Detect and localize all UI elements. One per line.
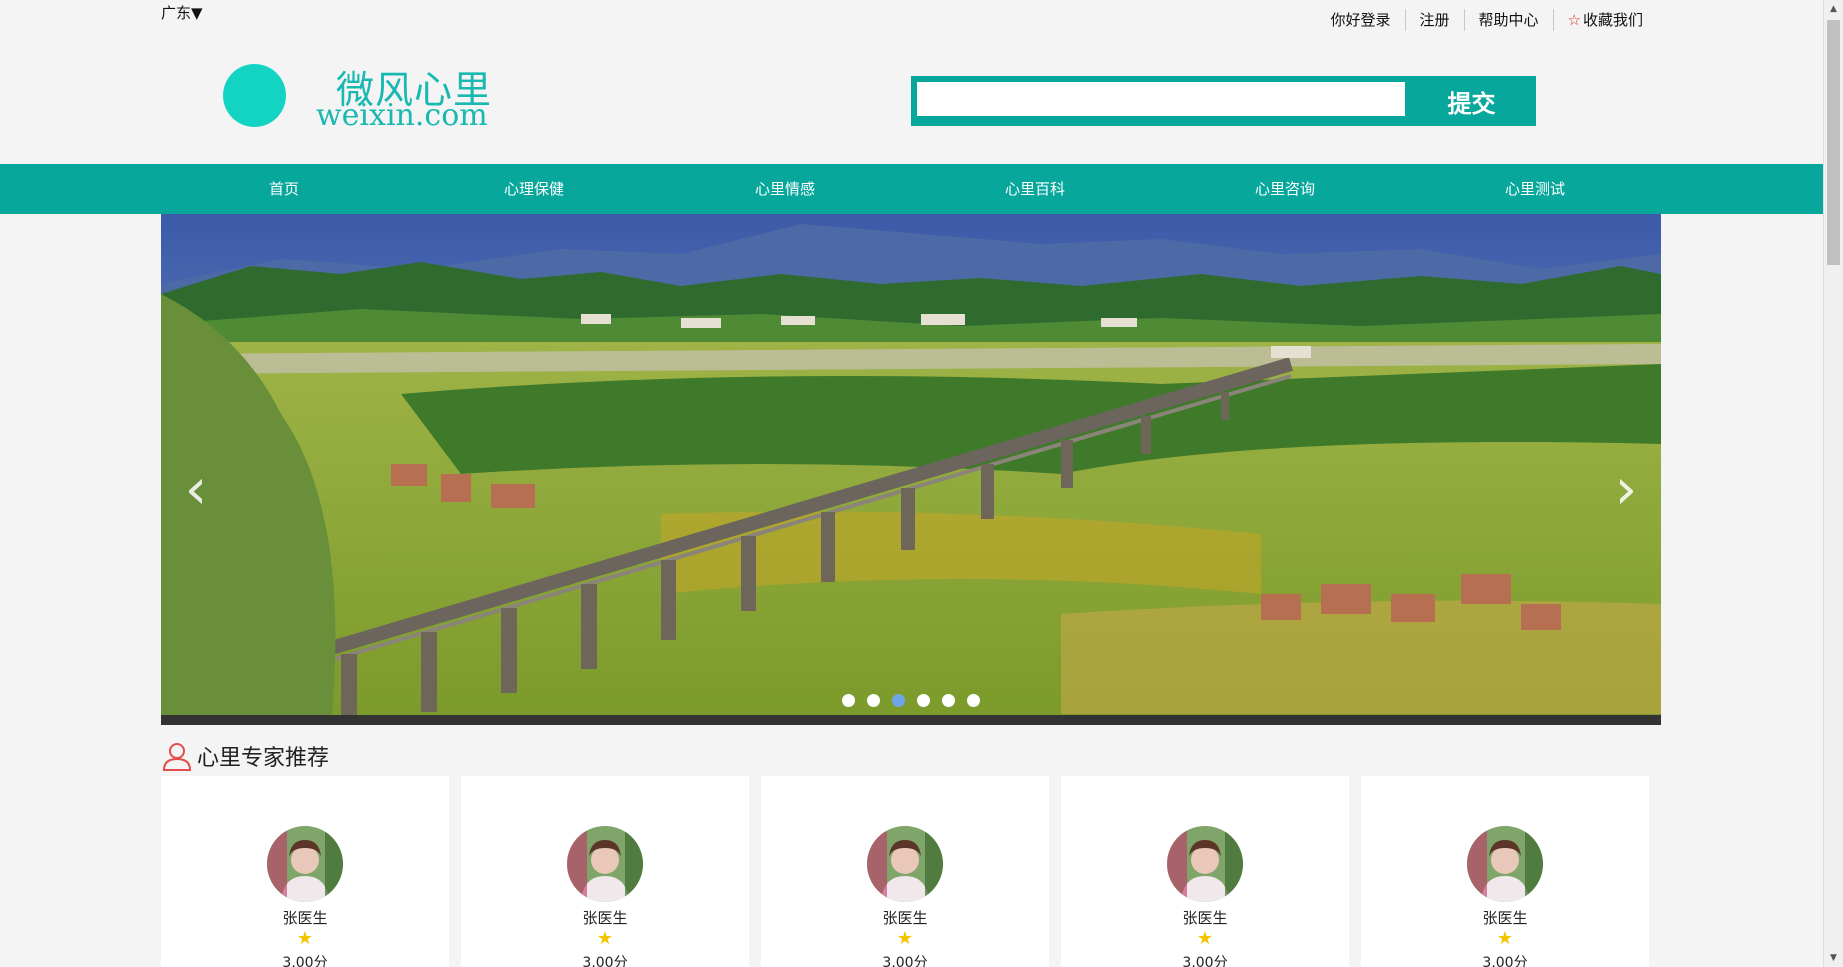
register-link[interactable]: 注册 (1406, 9, 1465, 31)
doctor-card[interactable]: 张医生 ★ 3.00分 (1361, 776, 1649, 967)
submit-button[interactable]: 提交 (1407, 76, 1536, 126)
carousel-dot[interactable] (917, 694, 930, 707)
carousel-dot[interactable] (842, 694, 855, 707)
doctor-name: 张医生 (582, 909, 628, 927)
rating-star-icon: ★ (296, 928, 314, 949)
favorite-label: 收藏我们 (1582, 11, 1643, 29)
doctor-avatar (567, 826, 643, 902)
carousel-dot[interactable] (867, 694, 880, 707)
doctor-score: 3.00分 (582, 955, 628, 967)
nav-item-home[interactable]: 首页 (269, 164, 299, 214)
doctor-list: 张医生 ★ 3.00分 张医生 ★ 3.00分 张医生 ★ 3.00分 张医生 … (161, 776, 1651, 967)
doctor-card[interactable]: 张医生 ★ 3.00分 (461, 776, 749, 967)
doctor-score: 3.00分 (1482, 955, 1528, 967)
carousel-prev-arrow-icon[interactable]: ‹ (179, 462, 213, 518)
star-outline-icon: ☆ (1567, 11, 1581, 29)
section-title: 心里专家推荐 (197, 746, 330, 771)
nav-item-psych-health[interactable]: 心理保健 (504, 164, 564, 214)
doctor-name: 张医生 (282, 909, 328, 927)
nav-item-consulting[interactable]: 心里咨询 (1255, 164, 1315, 214)
banner-bottom-strip (161, 715, 1661, 725)
doctor-score: 3.00分 (882, 955, 928, 967)
rating-star-icon: ★ (1496, 928, 1514, 949)
favorite-link[interactable]: ☆ 收藏我们 (1554, 9, 1643, 31)
scrollbar-thumb[interactable] (1827, 20, 1840, 265)
doctor-name: 张医生 (882, 909, 928, 927)
carousel-dot-active[interactable] (892, 694, 905, 707)
doctor-avatar (867, 826, 943, 902)
doctor-card[interactable]: 张医生 ★ 3.00分 (761, 776, 1049, 967)
doctor-avatar (1167, 826, 1243, 902)
page-scrollbar[interactable]: ▲ ▼ (1823, 0, 1843, 967)
doctor-score: 3.00分 (1182, 955, 1228, 967)
section-header: 心里专家推荐 (161, 740, 329, 772)
user-icon (162, 743, 192, 771)
doctor-card[interactable]: 张医生 ★ 3.00分 (1061, 776, 1349, 967)
nav-item-test[interactable]: 心里测试 (1505, 164, 1565, 214)
search-input[interactable] (917, 82, 1405, 116)
nav-item-emotion[interactable]: 心里情感 (755, 164, 815, 214)
rating-star-icon: ★ (596, 928, 614, 949)
logo-domain: weixin.com (316, 98, 488, 133)
carousel-dot[interactable] (942, 694, 955, 707)
rating-star-icon: ★ (896, 928, 914, 949)
doctor-avatar (1467, 826, 1543, 902)
banner-carousel: ‹ › (161, 214, 1661, 725)
help-center-link[interactable]: 帮助中心 (1465, 9, 1554, 31)
nav-item-encyclopedia[interactable]: 心里百科 (1005, 164, 1065, 214)
banner-image (161, 214, 1661, 725)
doctor-card[interactable]: 张医生 ★ 3.00分 (161, 776, 449, 967)
search-bar: 提交 (911, 76, 1536, 126)
logo-circle (223, 64, 286, 127)
rating-star-icon: ★ (1196, 928, 1214, 949)
doctor-name: 张医生 (1182, 909, 1228, 927)
main-nav: 首页 心理保健 心里情感 心里百科 心里咨询 心里测试 (0, 164, 1823, 214)
carousel-dots (161, 694, 1661, 708)
login-link[interactable]: 你好登录 (1316, 9, 1406, 31)
scroll-down-arrow-icon[interactable]: ▼ (1824, 949, 1843, 967)
carousel-next-arrow-icon[interactable]: › (1609, 462, 1643, 518)
top-links: 你好登录 注册 帮助中心 ☆ 收藏我们 (1316, 9, 1643, 31)
doctor-avatar (267, 826, 343, 902)
region-selector[interactable]: 广东▼ (161, 2, 203, 23)
doctor-score: 3.00分 (282, 955, 328, 967)
carousel-dot[interactable] (967, 694, 980, 707)
doctor-name: 张医生 (1482, 909, 1528, 927)
scroll-up-arrow-icon[interactable]: ▲ (1824, 0, 1843, 18)
